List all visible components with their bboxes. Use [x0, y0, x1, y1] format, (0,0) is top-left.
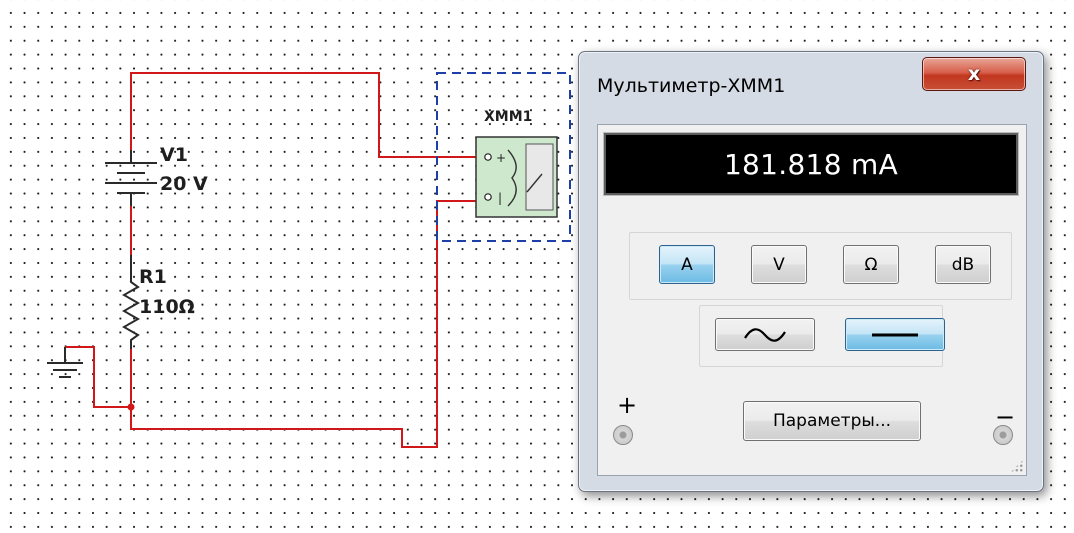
close-icon: x	[967, 62, 981, 85]
v1-value-label: 20 V	[160, 173, 208, 195]
svg-text:+: +	[496, 151, 506, 165]
meter-ref-label: XMM1	[484, 109, 532, 125]
plus-terminal[interactable]	[613, 425, 633, 445]
svg-text:|: |	[498, 191, 502, 205]
mode-label-v: V	[773, 254, 785, 275]
wire-ground[interactable]	[65, 346, 131, 408]
mode-button-voltmeter[interactable]: V	[751, 245, 807, 284]
resistor-r1[interactable]	[121, 255, 141, 349]
multimeter-panel: 181.818 mA A V Ω dB + Параметры... −	[597, 124, 1027, 476]
multimeter-component[interactable]: + |	[475, 136, 558, 218]
parameters-label: Параметры...	[772, 411, 892, 431]
ac-mode-button[interactable]	[715, 318, 815, 351]
v1-ref-label: V1	[160, 144, 188, 166]
junction-dot	[127, 403, 135, 411]
dc-mode-button[interactable]	[845, 318, 945, 351]
reading-display: 181.818 mA	[604, 133, 1018, 195]
dc-line-icon	[872, 333, 918, 336]
mode-label-db: dB	[951, 254, 975, 275]
r1-ref-label: R1	[139, 266, 167, 288]
multimeter-window: Мультиметр-XMM1 x 181.818 mA A V Ω dB + …	[578, 51, 1044, 492]
ground-symbol[interactable]	[47, 347, 83, 378]
mode-label-a: A	[681, 254, 693, 275]
minus-terminal[interactable]	[993, 425, 1013, 445]
wire-bottom[interactable]	[130, 200, 488, 448]
sine-wave-icon	[744, 327, 786, 342]
wires	[65, 72, 488, 448]
reading-value: 181.818 mA	[723, 147, 899, 181]
mode-button-ammeter[interactable]: A	[659, 245, 715, 284]
plus-terminal-label: +	[617, 391, 638, 419]
parameters-button[interactable]: Параметры...	[743, 401, 921, 441]
mode-button-decibel[interactable]: dB	[935, 245, 991, 284]
voltage-source-v1[interactable]	[105, 150, 157, 206]
close-button[interactable]: x	[922, 57, 1026, 91]
resize-grip[interactable]	[1010, 459, 1024, 473]
window-title: Мультиметр-XMM1	[597, 75, 786, 97]
mode-button-ohmmeter[interactable]: Ω	[843, 245, 899, 284]
mode-label-ohm: Ω	[864, 254, 878, 275]
r1-value-label: 110Ω	[139, 296, 195, 318]
